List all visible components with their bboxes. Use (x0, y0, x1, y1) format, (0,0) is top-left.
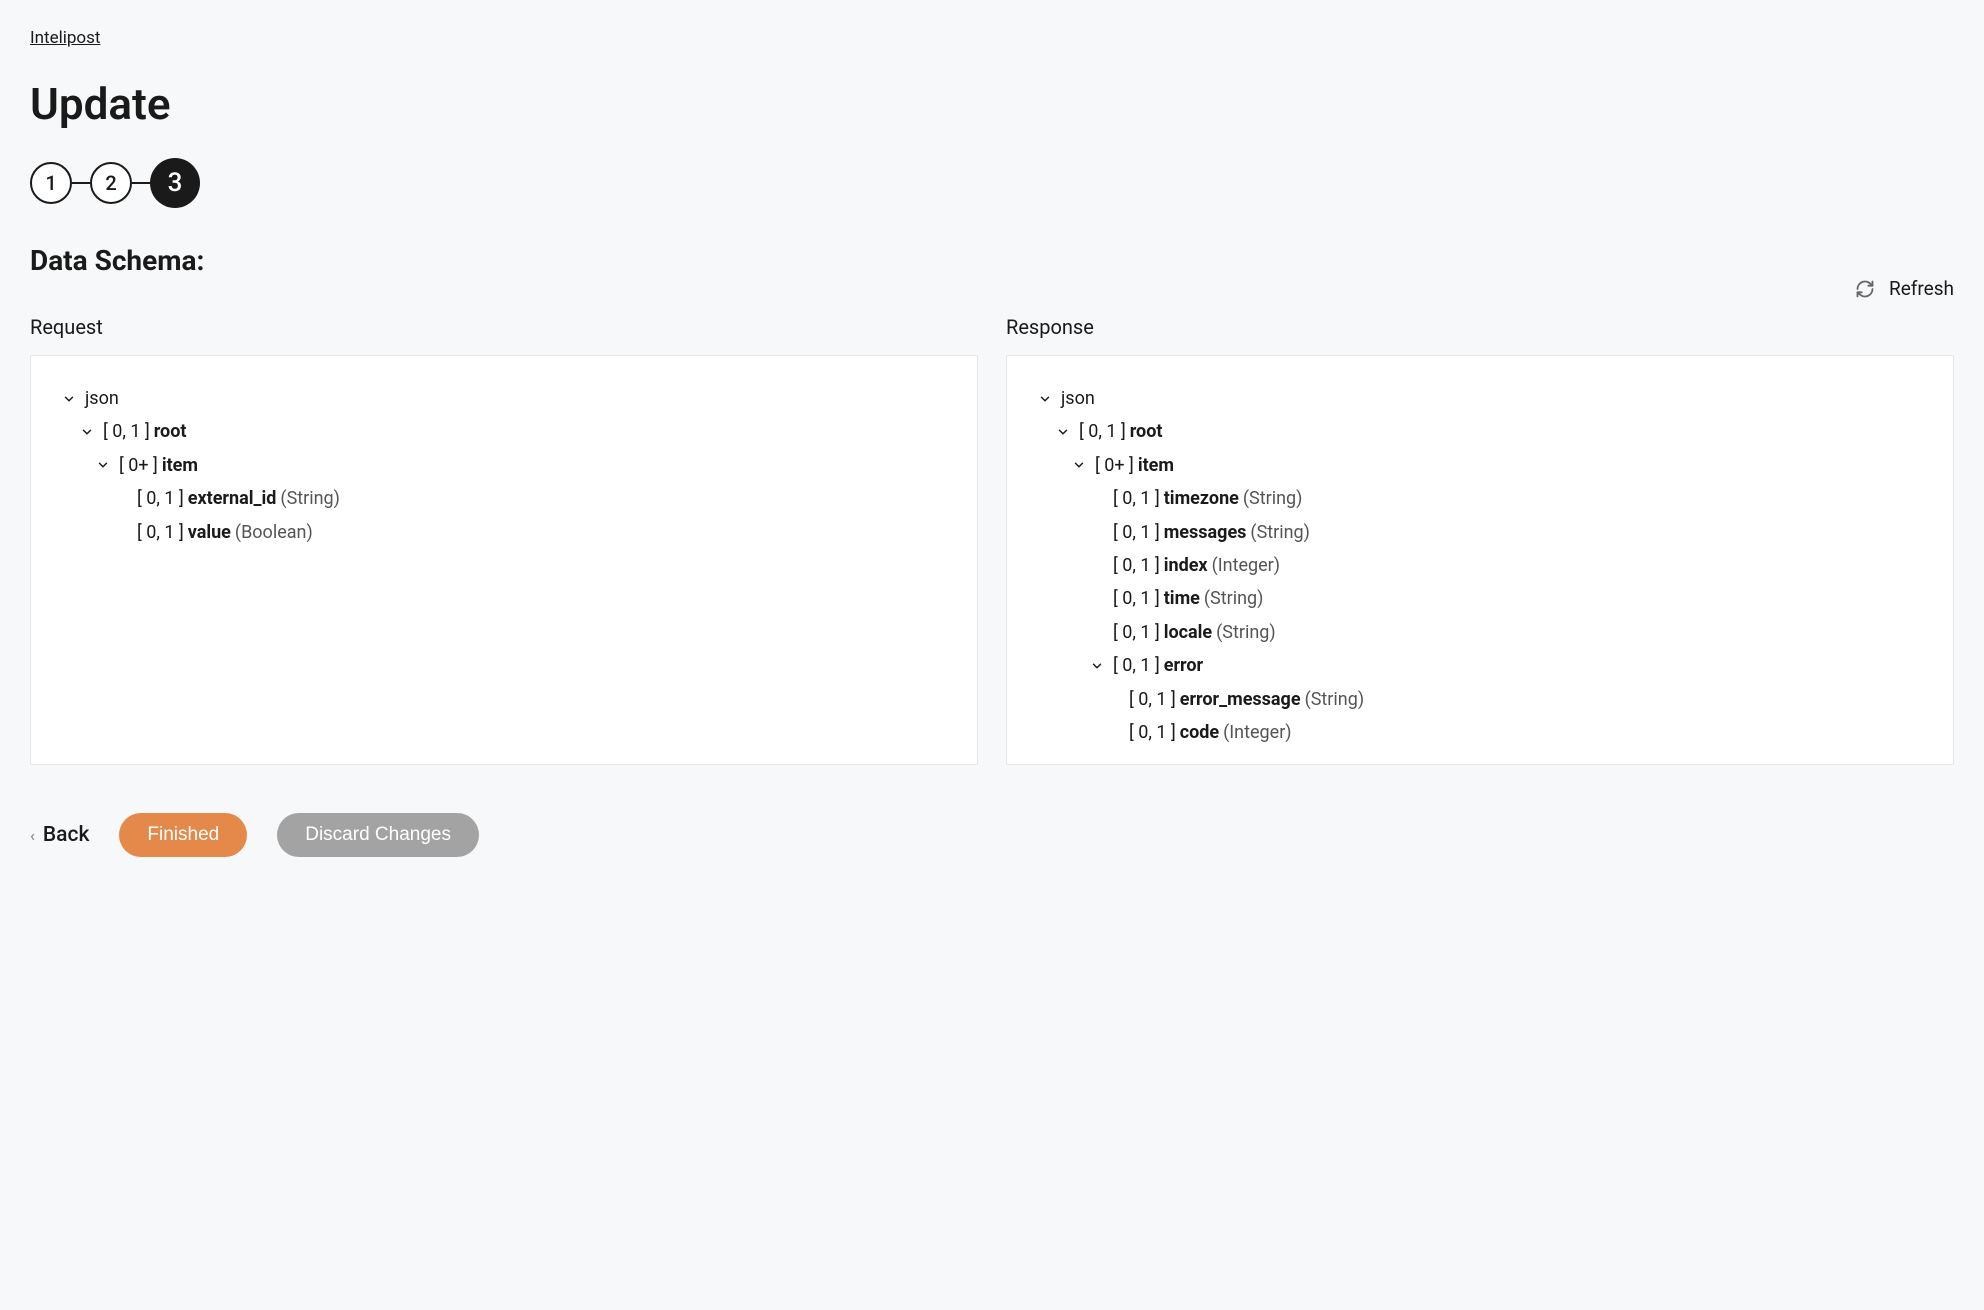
field-name: locale (1164, 621, 1212, 644)
refresh-button[interactable]: Refresh (1855, 277, 1954, 300)
cardinality: [ 0, 1 ] (1113, 654, 1160, 677)
response-schema-box: json[ 0, 1 ] root[ 0+ ] item[ 0, 1 ] tim… (1006, 355, 1954, 765)
tree-node: [ 0, 1 ] value (Boolean) (61, 516, 947, 549)
field-type: (Integer) (1212, 554, 1280, 577)
response-column: Refresh Response json[ 0, 1 ] root[ 0+ ]… (1006, 315, 1954, 765)
field-type: (Integer) (1223, 721, 1291, 744)
cardinality: [ 0+ ] (119, 454, 158, 477)
chevron-down-icon[interactable] (61, 391, 77, 407)
chevron-down-icon[interactable] (95, 457, 111, 473)
step-1[interactable]: 1 (30, 162, 72, 204)
chevron-down-icon[interactable] (1055, 424, 1071, 440)
field-type: (String) (1305, 688, 1365, 711)
chevron-down-icon[interactable] (1037, 391, 1053, 407)
tree-node: [ 0, 1 ] messages (String) (1037, 516, 1923, 549)
tree-node: [ 0, 1 ] error_message (String) (1037, 683, 1923, 716)
field-name: time (1164, 587, 1200, 610)
chevron-down-icon[interactable] (79, 424, 95, 440)
cardinality: [ 0, 1 ] (1113, 621, 1160, 644)
cardinality: [ 0, 1 ] (137, 521, 184, 544)
cardinality: [ 0, 1 ] (103, 420, 150, 443)
field-name: index (1164, 554, 1208, 577)
field-type: (String) (1243, 487, 1303, 510)
tree-node: [ 0, 1 ] external_id (String) (61, 482, 947, 515)
tree-node[interactable]: [ 0, 1 ] root (1037, 415, 1923, 448)
field-name: timezone (1164, 487, 1239, 510)
step-2[interactable]: 2 (90, 162, 132, 204)
schema-container: Request json[ 0, 1 ] root[ 0+ ] item[ 0,… (30, 315, 1954, 765)
footer-actions: ‹ Back Finished Discard Changes (30, 813, 1954, 857)
tree-node-json[interactable]: json (61, 382, 947, 415)
stepper: 1 2 3 (30, 158, 1954, 208)
tree-node: [ 0, 1 ] time (String) (1037, 582, 1923, 615)
tree-label: json (1061, 387, 1095, 410)
chevron-left-icon: ‹ (30, 826, 35, 845)
request-label: Request (30, 315, 978, 339)
request-schema-box: json[ 0, 1 ] root[ 0+ ] item[ 0, 1 ] ext… (30, 355, 978, 765)
request-column: Request json[ 0, 1 ] root[ 0+ ] item[ 0,… (30, 315, 978, 765)
field-type: (String) (1204, 587, 1264, 610)
refresh-label: Refresh (1889, 277, 1954, 300)
chevron-down-icon[interactable] (1089, 658, 1105, 674)
field-name: value (188, 521, 231, 544)
tree-node: [ 0, 1 ] code (Integer) (1037, 716, 1923, 749)
field-name: messages (1164, 521, 1247, 544)
discard-button[interactable]: Discard Changes (277, 813, 479, 857)
tree-node[interactable]: [ 0+ ] item (1037, 449, 1923, 482)
step-3[interactable]: 3 (150, 158, 200, 208)
cardinality: [ 0+ ] (1095, 454, 1134, 477)
field-name: root (154, 420, 187, 443)
cardinality: [ 0, 1 ] (1113, 587, 1160, 610)
cardinality: [ 0, 1 ] (1129, 688, 1176, 711)
field-name: code (1180, 721, 1219, 744)
field-name: error (1164, 654, 1203, 677)
cardinality: [ 0, 1 ] (1079, 420, 1126, 443)
cardinality: [ 0, 1 ] (1113, 521, 1160, 544)
cardinality: [ 0, 1 ] (1113, 487, 1160, 510)
tree-node[interactable]: [ 0, 1 ] root (61, 415, 947, 448)
cardinality: [ 0, 1 ] (1113, 554, 1160, 577)
tree-node-json[interactable]: json (1037, 382, 1923, 415)
chevron-down-icon[interactable] (1071, 457, 1087, 473)
finished-button[interactable]: Finished (119, 813, 247, 857)
back-button[interactable]: ‹ Back (30, 823, 89, 847)
cardinality: [ 0, 1 ] (1129, 721, 1176, 744)
tree-label: json (85, 387, 119, 410)
field-type: (Boolean) (235, 521, 313, 544)
field-name: item (162, 454, 198, 477)
field-type: (String) (1216, 621, 1276, 644)
section-title: Data Schema: (30, 244, 1954, 277)
field-type: (String) (280, 487, 340, 510)
tree-node[interactable]: [ 0+ ] item (61, 449, 947, 482)
refresh-icon (1855, 279, 1875, 299)
tree-node[interactable]: [ 0, 1 ] error (1037, 649, 1923, 682)
field-name: error_message (1180, 688, 1301, 711)
field-name: item (1138, 454, 1174, 477)
tree-node: [ 0, 1 ] timezone (String) (1037, 482, 1923, 515)
breadcrumb-link[interactable]: Intelipost (30, 28, 100, 48)
page-title: Update (30, 78, 1954, 130)
field-name: external_id (188, 487, 277, 510)
response-label: Response (1006, 315, 1954, 339)
step-connector (132, 182, 150, 184)
back-label: Back (43, 823, 90, 847)
field-type: (String) (1250, 521, 1310, 544)
tree-node: [ 0, 1 ] locale (String) (1037, 616, 1923, 649)
tree-node: [ 0, 1 ] index (Integer) (1037, 549, 1923, 582)
cardinality: [ 0, 1 ] (137, 487, 184, 510)
field-name: root (1130, 420, 1163, 443)
step-connector (72, 182, 90, 184)
